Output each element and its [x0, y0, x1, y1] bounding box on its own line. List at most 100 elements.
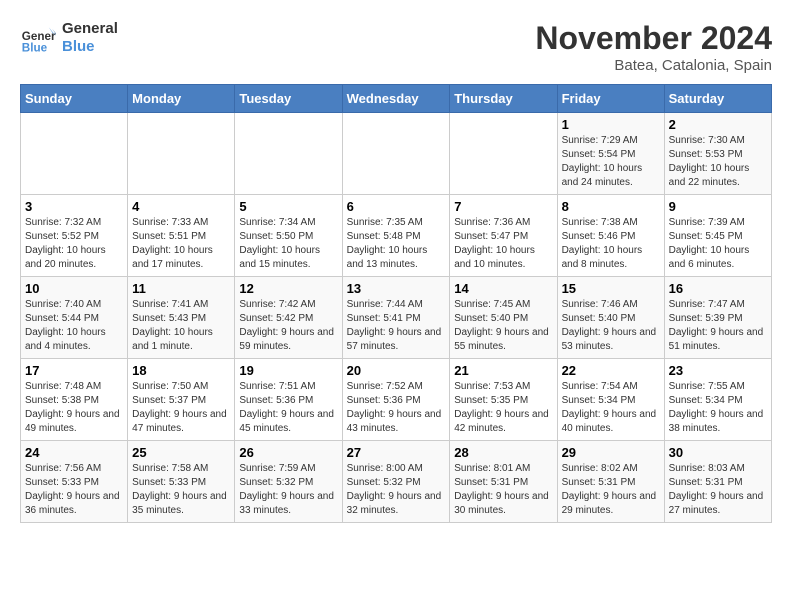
- day-cell: 19Sunrise: 7:51 AM Sunset: 5:36 PM Dayli…: [235, 359, 342, 441]
- month-title: November 2024: [535, 20, 772, 57]
- day-info: Sunrise: 7:59 AM Sunset: 5:32 PM Dayligh…: [239, 462, 337, 518]
- day-cell: [450, 113, 557, 195]
- logo-line1: General: [62, 20, 118, 38]
- day-number: 17: [25, 363, 123, 378]
- page-header: General Blue General Blue November 2024 …: [20, 20, 772, 74]
- day-cell: 25 Sunrise: 7:58 AM Sunset: 5:33 PM Dayli…: [128, 441, 235, 523]
- day-number: 9: [669, 199, 767, 214]
- day-info: Sunrise: 7:55 AM Sunset: 5:34 PM Dayligh…: [669, 380, 767, 436]
- week-row-2: 3 Sunrise: 7:32 AM Sunset: 5:52 PM Daylig…: [21, 195, 772, 277]
- day-info: Sunrise: 7:29 AM Sunset: 5:54 PM Dayligh…: [562, 134, 660, 190]
- day-cell: 4 Sunrise: 7:33 AM Sunset: 5:51 PM Daylig…: [128, 195, 235, 277]
- day-number: 22: [562, 363, 660, 378]
- day-cell: 22 Sunrise: 7:54 AM Sunset: 5:34 PM Dayli…: [557, 359, 664, 441]
- day-info: Sunrise: 7:40 AM Sunset: 5:44 PM Dayligh…: [25, 298, 123, 354]
- day-number: 16: [669, 281, 767, 296]
- day-cell: 7 Sunrise: 7:36 AM Sunset: 5:47 PM Daylig…: [450, 195, 557, 277]
- day-info: Sunrise: 7:53 AM Sunset: 5:35 PM Dayligh…: [454, 380, 552, 436]
- day-cell: [128, 113, 235, 195]
- day-info: Sunrise: 7:32 AM Sunset: 5:52 PM Dayligh…: [25, 216, 123, 272]
- week-row-3: 10Sunrise: 7:40 AM Sunset: 5:44 PM Dayli…: [21, 277, 772, 359]
- day-info: Sunrise: 7:42 AM Sunset: 5:42 PM Dayligh…: [239, 298, 337, 354]
- day-cell: [235, 113, 342, 195]
- day-info: Sunrise: 7:50 AM Sunset: 5:37 PM Dayligh…: [132, 380, 230, 436]
- day-cell: 29 Sunrise: 8:02 AM Sunset: 5:31 PM Dayli…: [557, 441, 664, 523]
- day-info: Sunrise: 8:01 AM Sunset: 5:31 PM Dayligh…: [454, 462, 552, 518]
- day-info: Sunrise: 7:44 AM Sunset: 5:41 PM Dayligh…: [347, 298, 446, 354]
- day-cell: 28 Sunrise: 8:01 AM Sunset: 5:31 PM Dayli…: [450, 441, 557, 523]
- header-row: SundayMondayTuesdayWednesdayThursdayFrid…: [21, 85, 772, 113]
- day-number: 29: [562, 445, 660, 460]
- day-number: 20: [347, 363, 446, 378]
- column-header-wednesday: Wednesday: [342, 85, 450, 113]
- week-row-5: 24Sunrise: 7:56 AM Sunset: 5:33 PM Dayli…: [21, 441, 772, 523]
- day-cell: [21, 113, 128, 195]
- day-cell: 20Sunrise: 7:52 AM Sunset: 5:36 PM Dayli…: [342, 359, 450, 441]
- week-row-4: 17 Sunrise: 7:48 AM Sunset: 5:38 PM Dayli…: [21, 359, 772, 441]
- column-header-thursday: Thursday: [450, 85, 557, 113]
- day-number: 7: [454, 199, 552, 214]
- day-info: Sunrise: 7:35 AM Sunset: 5:48 PM Dayligh…: [347, 216, 446, 272]
- day-number: 13: [347, 281, 446, 296]
- column-header-saturday: Saturday: [664, 85, 771, 113]
- day-cell: 14 Sunrise: 7:45 AM Sunset: 5:40 PM Dayli…: [450, 277, 557, 359]
- logo: General Blue General Blue: [20, 20, 118, 56]
- day-number: 18: [132, 363, 230, 378]
- location-subtitle: Batea, Catalonia, Spain: [535, 57, 772, 74]
- day-cell: 5 Sunrise: 7:34 AM Sunset: 5:50 PM Daylig…: [235, 195, 342, 277]
- day-number: 11: [132, 281, 230, 296]
- title-block: November 2024 Batea, Catalonia, Spain: [535, 20, 772, 74]
- day-number: 5: [239, 199, 337, 214]
- day-info: Sunrise: 8:03 AM Sunset: 5:31 PM Dayligh…: [669, 462, 767, 518]
- day-number: 15: [562, 281, 660, 296]
- day-number: 28: [454, 445, 552, 460]
- day-number: 4: [132, 199, 230, 214]
- day-number: 14: [454, 281, 552, 296]
- day-info: Sunrise: 7:56 AM Sunset: 5:33 PM Dayligh…: [25, 462, 123, 518]
- day-info: Sunrise: 7:46 AM Sunset: 5:40 PM Dayligh…: [562, 298, 660, 354]
- day-cell: 17 Sunrise: 7:48 AM Sunset: 5:38 PM Dayli…: [21, 359, 128, 441]
- day-cell: 8Sunrise: 7:38 AM Sunset: 5:46 PM Daylig…: [557, 195, 664, 277]
- day-info: Sunrise: 7:48 AM Sunset: 5:38 PM Dayligh…: [25, 380, 123, 436]
- day-info: Sunrise: 8:02 AM Sunset: 5:31 PM Dayligh…: [562, 462, 660, 518]
- day-number: 3: [25, 199, 123, 214]
- day-cell: 15 Sunrise: 7:46 AM Sunset: 5:40 PM Dayli…: [557, 277, 664, 359]
- day-info: Sunrise: 7:34 AM Sunset: 5:50 PM Dayligh…: [239, 216, 337, 272]
- day-info: Sunrise: 7:58 AM Sunset: 5:33 PM Dayligh…: [132, 462, 230, 518]
- day-number: 26: [239, 445, 337, 460]
- day-cell: 21 Sunrise: 7:53 AM Sunset: 5:35 PM Dayli…: [450, 359, 557, 441]
- day-number: 23: [669, 363, 767, 378]
- day-number: 19: [239, 363, 337, 378]
- day-cell: 11Sunrise: 7:41 AM Sunset: 5:43 PM Dayli…: [128, 277, 235, 359]
- logo-line2: Blue: [62, 38, 118, 56]
- week-row-1: 1Sunrise: 7:29 AM Sunset: 5:54 PM Daylig…: [21, 113, 772, 195]
- day-cell: 26 Sunrise: 7:59 AM Sunset: 5:32 PM Dayli…: [235, 441, 342, 523]
- day-number: 27: [347, 445, 446, 460]
- column-header-friday: Friday: [557, 85, 664, 113]
- day-cell: 13 Sunrise: 7:44 AM Sunset: 5:41 PM Dayli…: [342, 277, 450, 359]
- day-cell: [342, 113, 450, 195]
- day-info: Sunrise: 7:33 AM Sunset: 5:51 PM Dayligh…: [132, 216, 230, 272]
- svg-text:Blue: Blue: [22, 42, 48, 55]
- day-cell: 2Sunrise: 7:30 AM Sunset: 5:53 PM Daylig…: [664, 113, 771, 195]
- day-info: Sunrise: 7:39 AM Sunset: 5:45 PM Dayligh…: [669, 216, 767, 272]
- day-cell: 3 Sunrise: 7:32 AM Sunset: 5:52 PM Daylig…: [21, 195, 128, 277]
- day-cell: 18 Sunrise: 7:50 AM Sunset: 5:37 PM Dayli…: [128, 359, 235, 441]
- day-cell: 24Sunrise: 7:56 AM Sunset: 5:33 PM Dayli…: [21, 441, 128, 523]
- day-number: 6: [347, 199, 446, 214]
- day-cell: 16 Sunrise: 7:47 AM Sunset: 5:39 PM Dayli…: [664, 277, 771, 359]
- column-header-monday: Monday: [128, 85, 235, 113]
- logo-icon: General Blue: [20, 20, 56, 56]
- day-info: Sunrise: 7:36 AM Sunset: 5:47 PM Dayligh…: [454, 216, 552, 272]
- day-info: Sunrise: 7:45 AM Sunset: 5:40 PM Dayligh…: [454, 298, 552, 354]
- day-number: 30: [669, 445, 767, 460]
- day-info: Sunrise: 7:54 AM Sunset: 5:34 PM Dayligh…: [562, 380, 660, 436]
- day-info: Sunrise: 7:47 AM Sunset: 5:39 PM Dayligh…: [669, 298, 767, 354]
- calendar-table: SundayMondayTuesdayWednesdayThursdayFrid…: [20, 84, 772, 523]
- day-number: 21: [454, 363, 552, 378]
- day-number: 8: [562, 199, 660, 214]
- day-number: 2: [669, 117, 767, 132]
- day-cell: 1Sunrise: 7:29 AM Sunset: 5:54 PM Daylig…: [557, 113, 664, 195]
- day-info: Sunrise: 8:00 AM Sunset: 5:32 PM Dayligh…: [347, 462, 446, 518]
- day-number: 25: [132, 445, 230, 460]
